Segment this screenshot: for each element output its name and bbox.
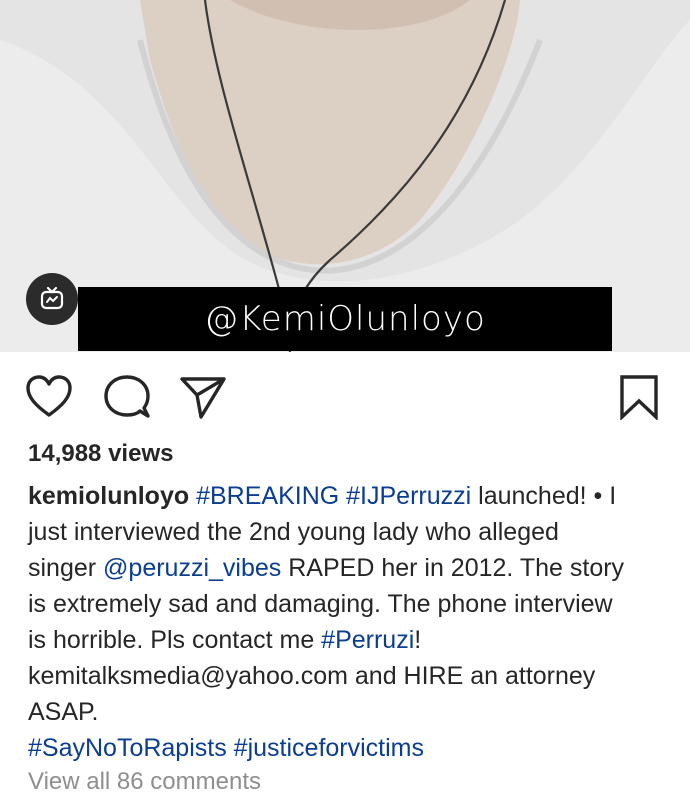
caption-text: is extremely sad and damaging. The phone… xyxy=(28,590,613,618)
share-button[interactable] xyxy=(178,372,228,422)
caption-text: is horrible. Pls contact me xyxy=(28,626,322,654)
caption-line: is extremely sad and damaging. The phone… xyxy=(28,586,668,622)
caption-text: ASAP. xyxy=(28,698,99,726)
caption-text: ! xyxy=(414,626,422,654)
caption-text: RAPED her in 2012. The story xyxy=(281,554,625,582)
caption-line: kemiolunloyo #BREAKING #IJPerruzzi launc… xyxy=(28,478,668,514)
hashtag-link[interactable]: #Perruzi xyxy=(321,626,414,654)
igtv-icon xyxy=(40,286,64,310)
save-button[interactable] xyxy=(614,372,664,422)
caption-line: ASAP. xyxy=(28,694,668,730)
hashtag-link[interactable]: #IJPerruzzi xyxy=(346,482,471,510)
caption-text xyxy=(227,734,234,762)
caption-text: kemitalksmedia@yahoo.com and HIRE an att… xyxy=(28,662,596,690)
watermark-text: @KemiOlunloyo xyxy=(204,299,486,339)
post-media[interactable]: @KemiOlunloyo xyxy=(0,0,690,352)
heart-icon xyxy=(26,375,72,417)
hashtag-link[interactable]: #BREAKING xyxy=(196,482,339,510)
views-count[interactable]: 14,988 views xyxy=(28,440,173,468)
bookmark-icon xyxy=(620,375,658,420)
igtv-badge[interactable] xyxy=(26,273,78,325)
action-bar xyxy=(0,352,690,438)
comment-button[interactable] xyxy=(102,372,152,422)
caption-text: singer xyxy=(28,554,104,582)
post-caption: kemiolunloyo #BREAKING #IJPerruzzi launc… xyxy=(28,478,668,766)
caption-line: is horrible. Pls contact me #Perruzi! xyxy=(28,622,668,658)
caption-line: #SayNoToRapists #justiceforvictims xyxy=(28,730,668,766)
watermark-banner: @KemiOlunloyo xyxy=(78,287,612,351)
caption-text: launched! • I xyxy=(471,482,617,510)
mention-link[interactable]: @peruzzi_vibes xyxy=(103,554,281,582)
caption-line: kemitalksmedia@yahoo.com and HIRE an att… xyxy=(28,658,668,694)
hashtag-link[interactable]: #SayNoToRapists xyxy=(28,734,227,762)
hashtag-link[interactable]: #justiceforvictims xyxy=(234,734,424,762)
send-icon xyxy=(180,377,226,419)
caption-text: just interviewed the 2nd young lady who … xyxy=(28,518,559,546)
caption-line: singer @peruzzi_vibes RAPED her in 2012.… xyxy=(28,550,668,586)
comment-icon xyxy=(104,375,150,418)
username-link[interactable]: kemiolunloyo xyxy=(28,482,189,510)
caption-line: just interviewed the 2nd young lady who … xyxy=(28,514,668,550)
like-button[interactable] xyxy=(24,372,74,422)
view-all-comments-link[interactable]: View all 86 comments xyxy=(28,768,261,796)
